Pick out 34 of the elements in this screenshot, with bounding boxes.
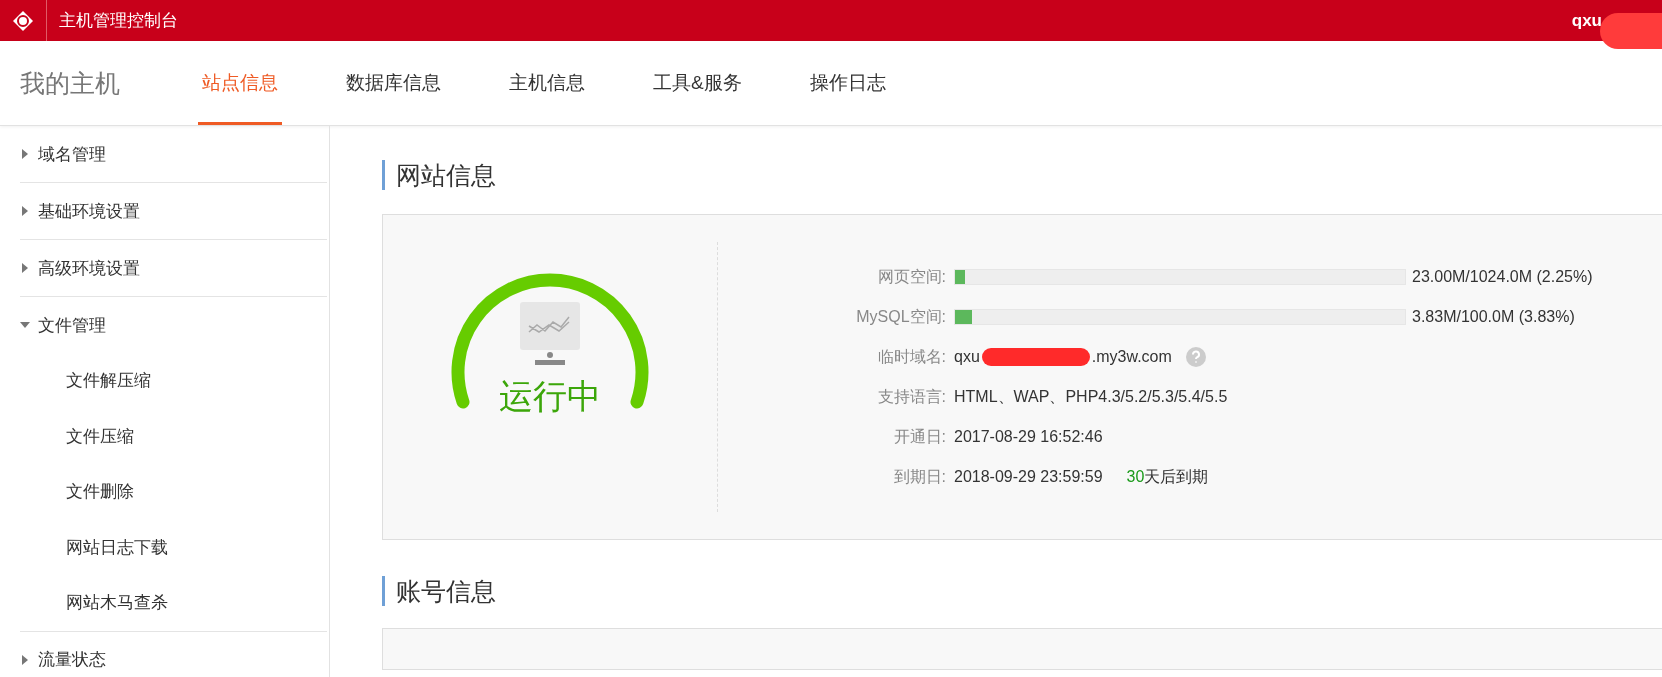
field-label: 到期日: xyxy=(892,466,947,487)
field-label: 开通日: xyxy=(892,426,947,447)
domain-value: .my3w.com xyxy=(1091,348,1172,366)
section-heading: 网站信息 xyxy=(382,160,1662,190)
field-value: 2017-08-29 16:52:46 xyxy=(954,428,1103,446)
nav-tab[interactable]: 工具&服务 xyxy=(649,41,746,125)
domain-value: qxu xyxy=(954,348,980,366)
section-title: 我的主机 xyxy=(20,67,120,99)
nav-tab[interactable]: 数据库信息 xyxy=(342,41,445,125)
sidebar-item[interactable]: 流量状态 xyxy=(20,631,327,677)
sidebar-item[interactable]: 高级环境设置 xyxy=(20,240,327,297)
usage-reading: 3.83M/100.0M (3.83%) xyxy=(1412,308,1575,326)
sidebar-subitem[interactable]: 网站日志下载 xyxy=(20,519,329,575)
usage-reading: 23.00M/1024.0M (2.25%) xyxy=(1412,268,1593,286)
sidebar-item[interactable]: 基础环境设置 xyxy=(20,183,327,240)
field-label: 临时域名: xyxy=(876,346,947,367)
nav-tab[interactable]: 操作日志 xyxy=(805,41,890,125)
nav-tab[interactable]: 主机信息 xyxy=(505,41,589,125)
field-value: 2018-09-29 23:59:59 xyxy=(954,468,1103,486)
user-name[interactable]: qxu xyxy=(1571,10,1602,30)
sidebar-item[interactable]: 域名管理 xyxy=(20,126,327,183)
field-value: HTML、WAP、PHP4.3/5.2/5.3/5.4/5.5 xyxy=(954,386,1228,407)
sidebar-subitem[interactable]: 文件解压缩 xyxy=(20,353,329,409)
section-heading: 账号信息 xyxy=(382,576,1662,606)
console-title: 主机管理控制台 xyxy=(59,10,179,32)
field-label: 支持语言: xyxy=(876,386,947,407)
sidebar-subitem[interactable]: 文件压缩 xyxy=(20,408,329,464)
expiry-note: 30天后到期 xyxy=(1126,466,1209,487)
field-label: MySQL空间: xyxy=(855,306,947,327)
field-label: 网页空间: xyxy=(876,266,947,287)
sidebar-subitem[interactable]: 网站木马查杀 xyxy=(20,575,329,631)
sidebar-subitem[interactable]: 文件删除 xyxy=(20,464,329,520)
status-text: 运行中 xyxy=(499,376,601,417)
sidebar-item[interactable]: 文件管理 xyxy=(20,297,327,353)
